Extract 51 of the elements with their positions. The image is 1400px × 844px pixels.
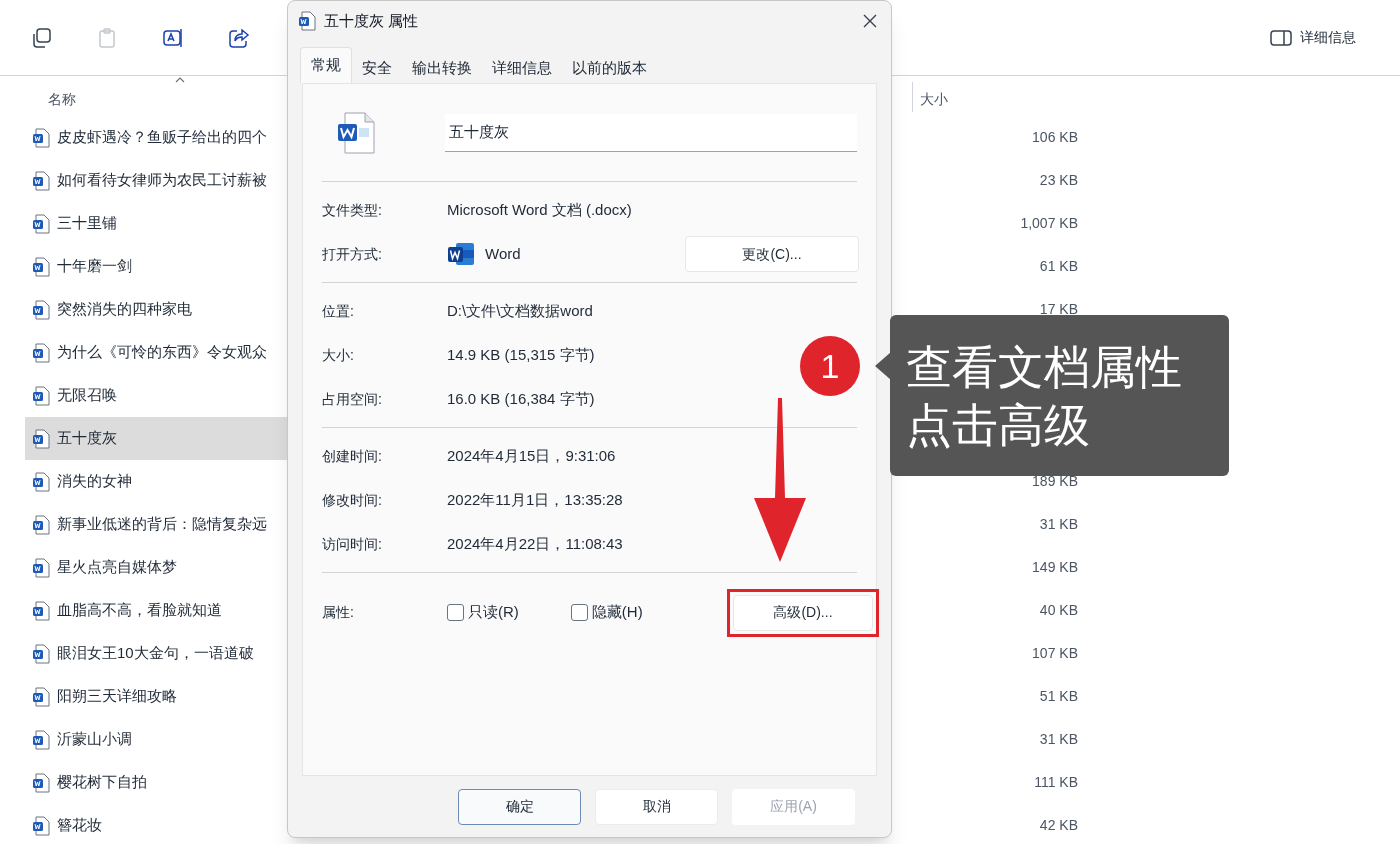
attributes-label: 属性: — [322, 603, 355, 622]
property-label: 访问时间: — [322, 534, 383, 554]
file-name: 为什么《可怜的东西》令女观众 — [57, 342, 267, 363]
property-value: Microsoft Word 文档 (.docx) — [447, 199, 632, 220]
file-name: 皮皮虾遇冷？鱼贩子给出的四个 — [57, 127, 267, 148]
property-label: 占用空间: — [322, 389, 383, 409]
property-value: 14.9 KB (15,315 字节) — [447, 344, 595, 365]
property-label: 文件类型: — [322, 200, 383, 220]
file-name: 血脂高不高，看脸就知道 — [57, 600, 222, 621]
property-value: 16.0 KB (16,384 字节) — [447, 388, 595, 409]
file-size: 107 KB — [1032, 644, 1078, 663]
property-value: 2024年4月15日，9:31:06 — [447, 445, 616, 466]
dialog-title: 五十度灰 属性 — [324, 10, 419, 31]
property-label: 打开方式: — [322, 244, 383, 264]
property-label: 位置: — [322, 301, 355, 321]
file-size: 23 KB — [1039, 171, 1078, 190]
file-name: 樱花树下自拍 — [57, 772, 147, 793]
file-name: 簪花妆 — [57, 815, 102, 836]
property-value: 2022年11月1日，13:35:28 — [447, 489, 623, 510]
property-label: 创建时间: — [322, 446, 383, 466]
file-size: 17 KB — [1039, 300, 1078, 319]
callout-text: 查看文档属性 — [906, 339, 1183, 395]
file-name: 阳朔三天详细攻略 — [57, 686, 177, 707]
file-size: 31 KB — [1039, 730, 1078, 749]
file-name: 眼泪女王10大金句，一语道破 — [57, 643, 254, 664]
file-size: 1,007 KB — [1020, 214, 1078, 233]
file-size: 61 KB — [1039, 257, 1078, 276]
file-size: 111 KB — [1034, 773, 1078, 792]
file-size: 149 KB — [1032, 558, 1078, 577]
property-label: 修改时间: — [322, 490, 383, 510]
file-size: 51 KB — [1039, 687, 1078, 706]
callout-text: 点击高级 — [906, 397, 1091, 453]
property-value: D:\文件\文档数据word — [447, 300, 593, 321]
file-name: 消失的女神 — [57, 471, 132, 492]
file-name: 突然消失的四种家电 — [57, 299, 192, 320]
app-name: Word — [485, 243, 521, 264]
file-name: 三十里铺 — [57, 213, 117, 234]
file-size: 40 KB — [1039, 601, 1078, 620]
file-size: 189 KB — [1032, 472, 1078, 491]
property-label: 大小: — [322, 345, 355, 365]
file-size: 31 KB — [1039, 515, 1078, 534]
property-value: 2024年4月22日，11:08:43 — [447, 533, 623, 554]
file-size: 42 KB — [1039, 816, 1078, 835]
file-name: 星火点亮自媒体梦 — [57, 557, 177, 578]
file-name: 五十度灰 — [57, 428, 117, 449]
file-size: 106 KB — [1032, 128, 1078, 147]
file-name: 无限召唤 — [57, 385, 117, 406]
file-name: 沂蒙山小调 — [57, 729, 132, 750]
file-name: 新事业低迷的背后：隐情复杂远 — [57, 514, 267, 535]
file-name: 十年磨一剑 — [57, 256, 132, 277]
file-name: 如何看待女律师为农民工讨薪被 — [57, 170, 267, 191]
